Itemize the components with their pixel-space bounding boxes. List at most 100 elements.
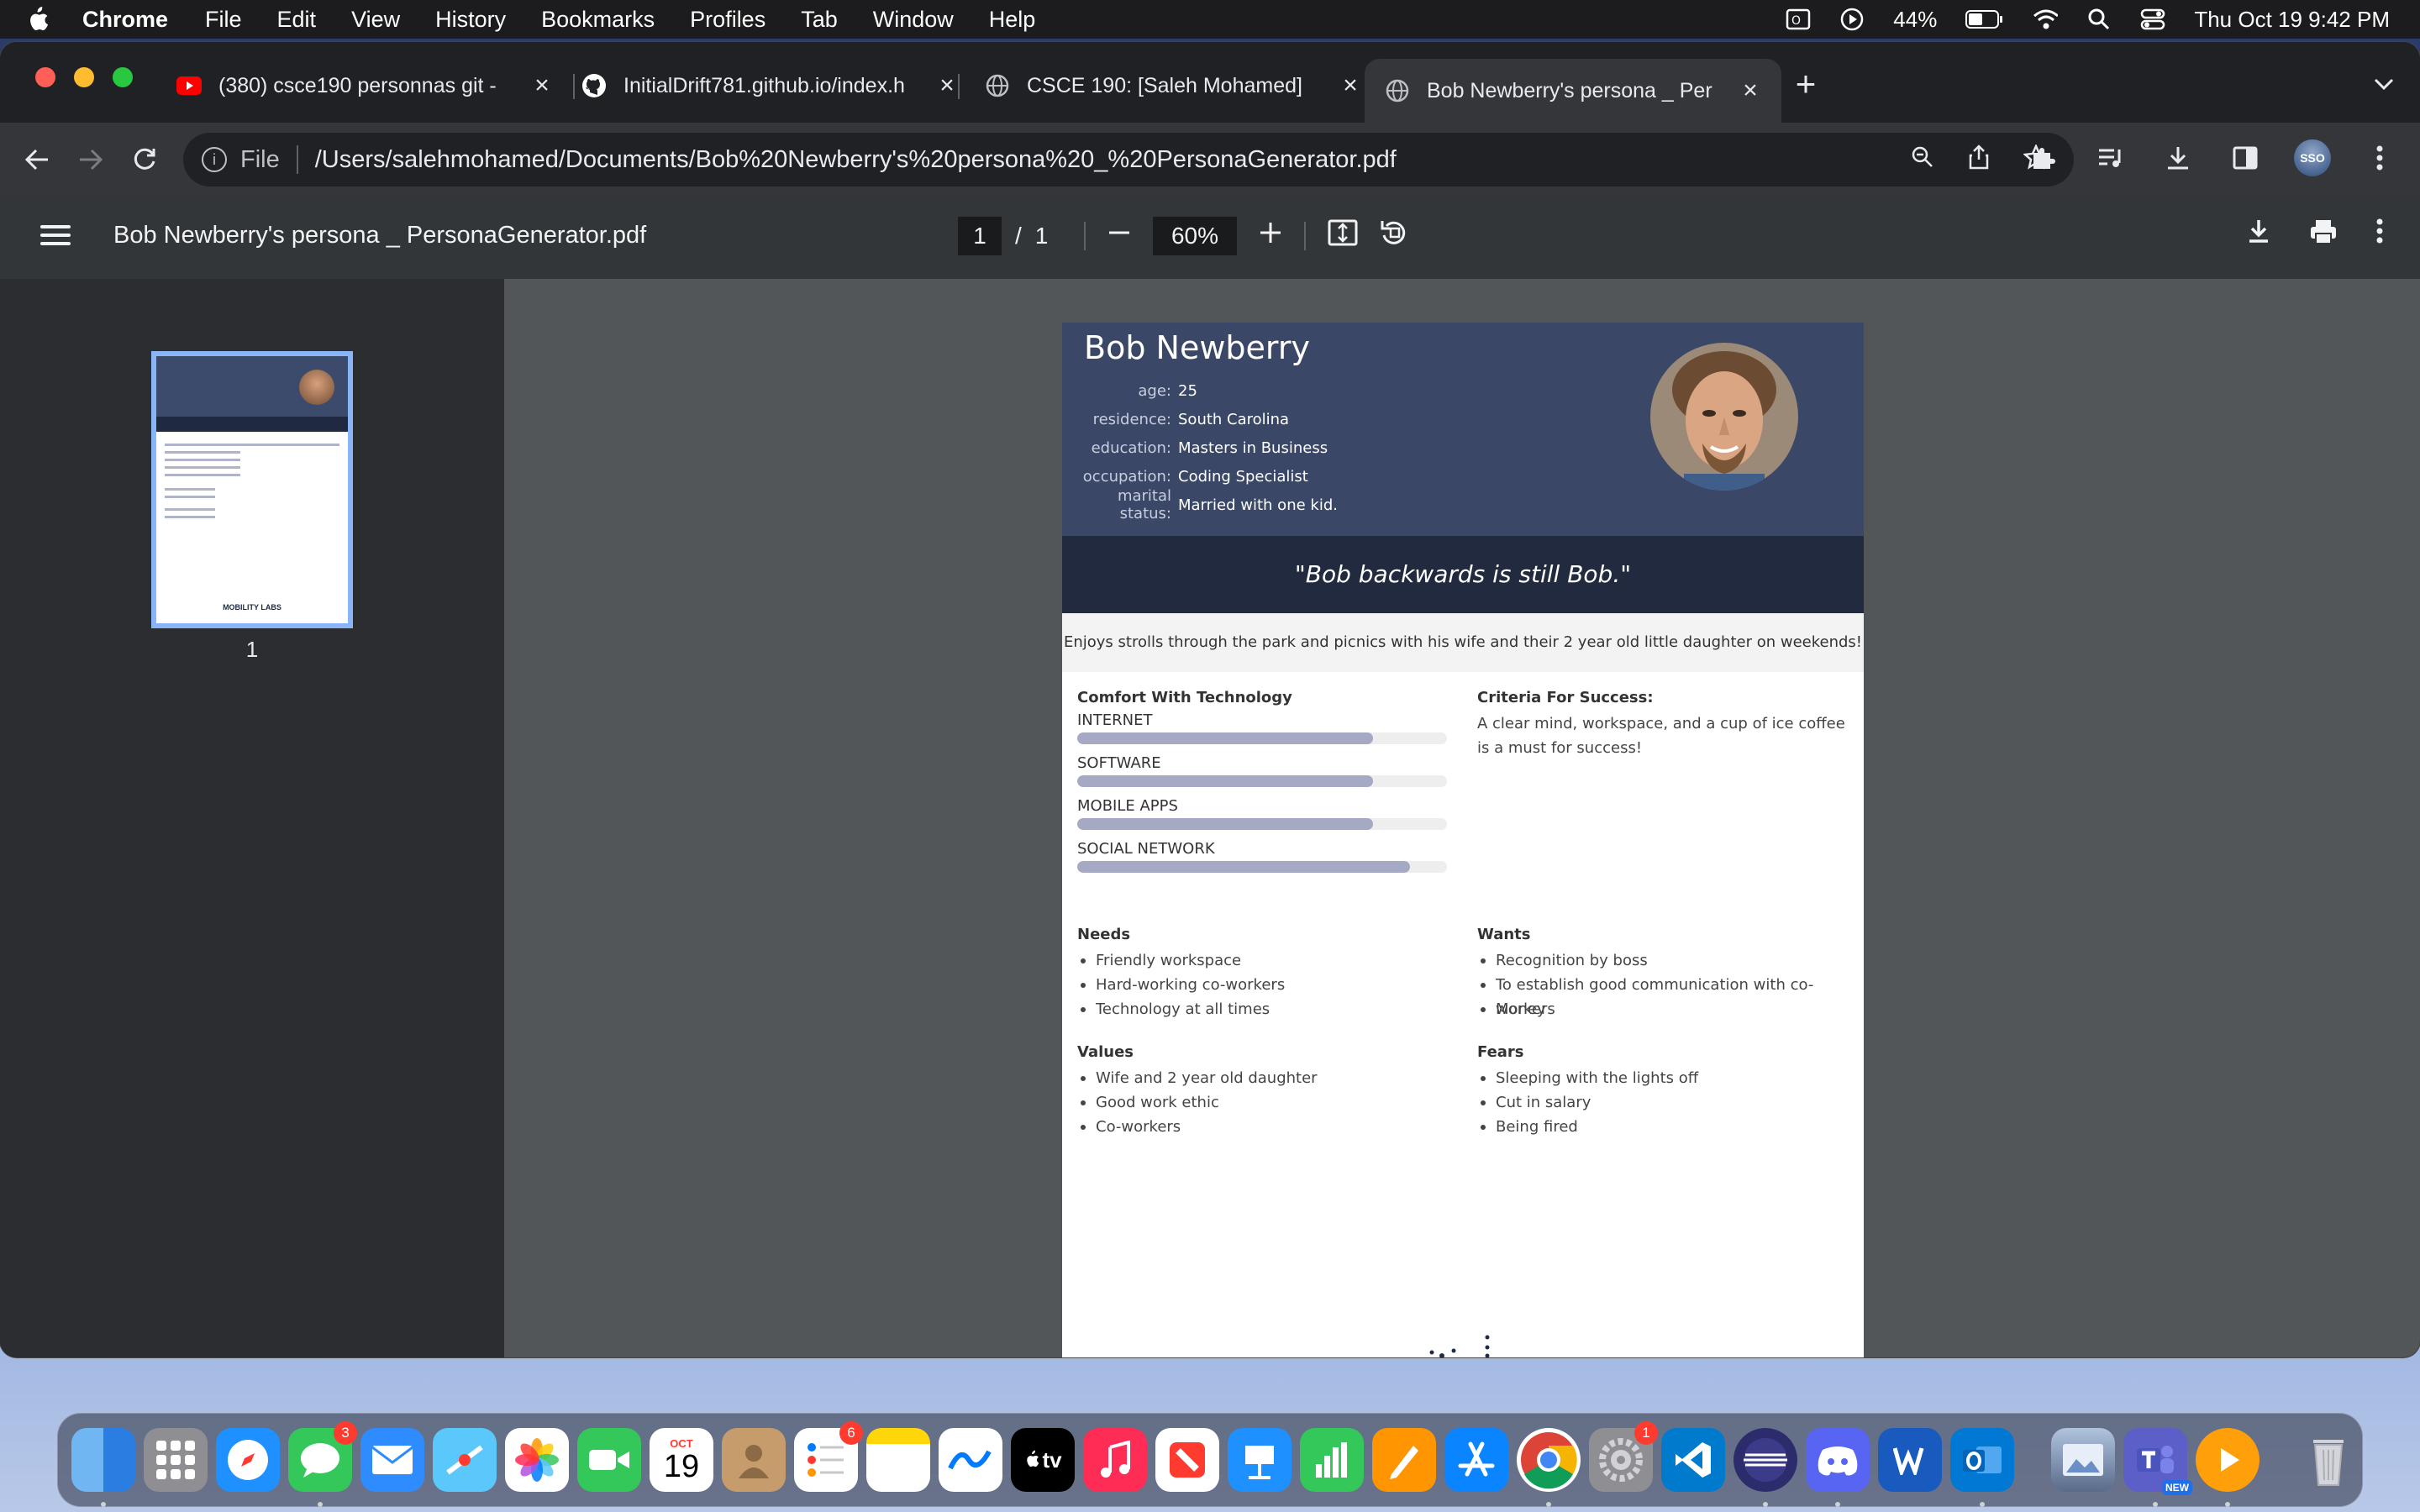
spotlight-search-icon[interactable] [2086,8,2112,31]
maps-icon[interactable] [433,1428,497,1492]
pages-icon[interactable] [1372,1428,1436,1492]
apple-menu-icon[interactable] [25,6,49,33]
preview-icon[interactable] [2051,1428,2115,1492]
persona-facts: age: 25 residence: South Carolina educatio… [1062,376,1338,523]
zoom-in-icon[interactable] [1259,221,1282,251]
menu-app-name[interactable]: Chrome [82,7,168,33]
outlook-status-icon[interactable]: O [1786,8,1811,31]
tab-youtube[interactable]: (380) csce190 personnas git - × [156,59,573,113]
keynote-icon[interactable] [1228,1428,1292,1492]
battery-icon[interactable] [1965,8,2004,31]
menu-file[interactable]: File [205,7,242,33]
news-icon[interactable] [1155,1428,1219,1492]
close-tab-icon[interactable]: × [531,71,553,100]
address-bar[interactable]: i File /Users/salehmohamed/Documents/Bob… [183,133,2074,186]
vlc-player-icon[interactable] [2196,1428,2260,1507]
freeform-icon[interactable] [939,1428,1002,1492]
word-icon[interactable] [1878,1428,1942,1492]
close-tab-icon[interactable]: × [936,71,958,100]
close-tab-icon[interactable]: × [1739,76,1761,105]
menu-view[interactable]: View [351,7,400,33]
downloads-icon[interactable] [2160,139,2196,176]
chrome-icon[interactable] [1517,1428,1581,1507]
menu-tab[interactable]: Tab [801,7,838,33]
print-icon[interactable] [2309,218,2338,253]
zoom-icon[interactable] [1911,145,1934,175]
pdf-sidebar-toggle-icon[interactable] [40,220,71,254]
browser-toolbar: i File /Users/salehmohamed/Documents/Bob… [0,123,2420,197]
pdf-more-icon[interactable] [2376,218,2383,253]
page-number-input[interactable]: 1 [958,217,1002,255]
apple-tv-icon[interactable]: tv [1011,1428,1075,1492]
rotate-icon[interactable] [1380,218,1408,254]
side-panel-icon[interactable] [2227,139,2264,176]
forward-button[interactable] [71,139,111,180]
safari-icon[interactable] [216,1428,280,1492]
url-scheme: File [240,145,280,173]
close-tab-icon[interactable]: × [1339,71,1361,100]
notes-icon[interactable] [866,1428,930,1492]
menu-bookmarks[interactable]: Bookmarks [541,7,655,33]
logo-word-thin: LABS [1510,1354,1586,1357]
play-status-icon[interactable] [1839,8,1865,31]
reload-button[interactable] [124,139,165,180]
reminders-badge: 6 [839,1421,863,1445]
youtube-icon [176,73,202,98]
launchpad-icon[interactable] [144,1428,208,1492]
finder-icon[interactable] [71,1428,135,1507]
music-icon[interactable] [1083,1428,1147,1492]
contacts-icon[interactable] [722,1428,786,1492]
facetime-icon[interactable] [577,1428,641,1492]
system-settings-icon[interactable]: 1 [1589,1421,1658,1492]
tab-search-icon[interactable] [2373,71,2395,97]
numbers-icon[interactable] [1300,1428,1364,1492]
zoom-window-button[interactable] [113,67,133,87]
eclipse-icon[interactable] [1733,1428,1797,1507]
messages-icon[interactable]: 3 [288,1421,357,1507]
url-text[interactable]: /Users/salehmohamed/Documents/Bob%20Newb… [315,146,1397,174]
wifi-icon[interactable] [2033,8,2059,31]
new-tab-button[interactable]: + [1785,64,1827,104]
site-info-icon[interactable]: i [202,147,227,172]
app-store-icon[interactable] [1444,1428,1508,1492]
zoom-level-input[interactable]: 60% [1153,217,1237,255]
zoom-out-icon[interactable] [1107,221,1131,251]
back-button[interactable] [17,139,57,180]
tab-persona-pdf[interactable]: Bob Newberry's persona _ Per × [1365,59,1781,123]
fit-to-page-icon[interactable] [1328,219,1358,253]
pdf-download-icon[interactable] [2247,218,2270,253]
photos-icon[interactable] [505,1428,569,1492]
chrome-menu-icon[interactable] [2361,139,2398,176]
menu-history[interactable]: History [435,7,506,33]
teams-icon[interactable]: NEW [2123,1428,2192,1507]
control-center-icon[interactable] [2140,8,2165,31]
comfort-label: INTERNET [1077,711,1153,729]
mail-icon[interactable] [360,1428,424,1492]
menu-help[interactable]: Help [989,7,1036,33]
comfort-section: Comfort With Technology INTERNET SOFTWAR… [1077,689,1447,883]
discord-icon[interactable] [1806,1428,1870,1507]
extensions-icon[interactable] [2025,139,2062,176]
media-controls-icon[interactable] [2092,139,2129,176]
outlook-icon[interactable] [1950,1428,2014,1507]
vscode-icon[interactable] [1661,1428,1725,1492]
menubar-clock[interactable]: Thu Oct 19 9:42 PM [2194,7,2390,33]
globe-icon [1385,78,1410,103]
menu-window[interactable]: Window [873,7,954,33]
profile-avatar[interactable]: SSO [2294,139,2331,176]
tab-github[interactable]: InitialDrift781.github.io/index.h × [561,59,978,113]
menu-edit[interactable]: Edit [277,7,317,33]
trash-icon[interactable] [2296,1428,2360,1492]
thumbnail-logo: MOBILITY LABS [223,603,281,612]
share-icon[interactable] [1968,144,1990,176]
calendar-icon[interactable]: OCT 19 [650,1428,713,1492]
minimize-window-button[interactable] [74,67,94,87]
pdf-viewer[interactable]: Bob Newberry age: 25 residence: South Caro… [504,279,2420,1357]
reminders-icon[interactable]: 6 [794,1421,863,1492]
close-window-button[interactable] [35,67,55,87]
fact-residence: residence: South Carolina [1092,410,1290,428]
tab-csce190[interactable]: CSCE 190: [Saleh Mohamed] × [965,59,1381,113]
fears-item: Being fired [1477,1115,1698,1139]
menu-profiles[interactable]: Profiles [690,7,765,33]
page-thumbnail[interactable]: MOBILITY LABS [151,351,353,628]
